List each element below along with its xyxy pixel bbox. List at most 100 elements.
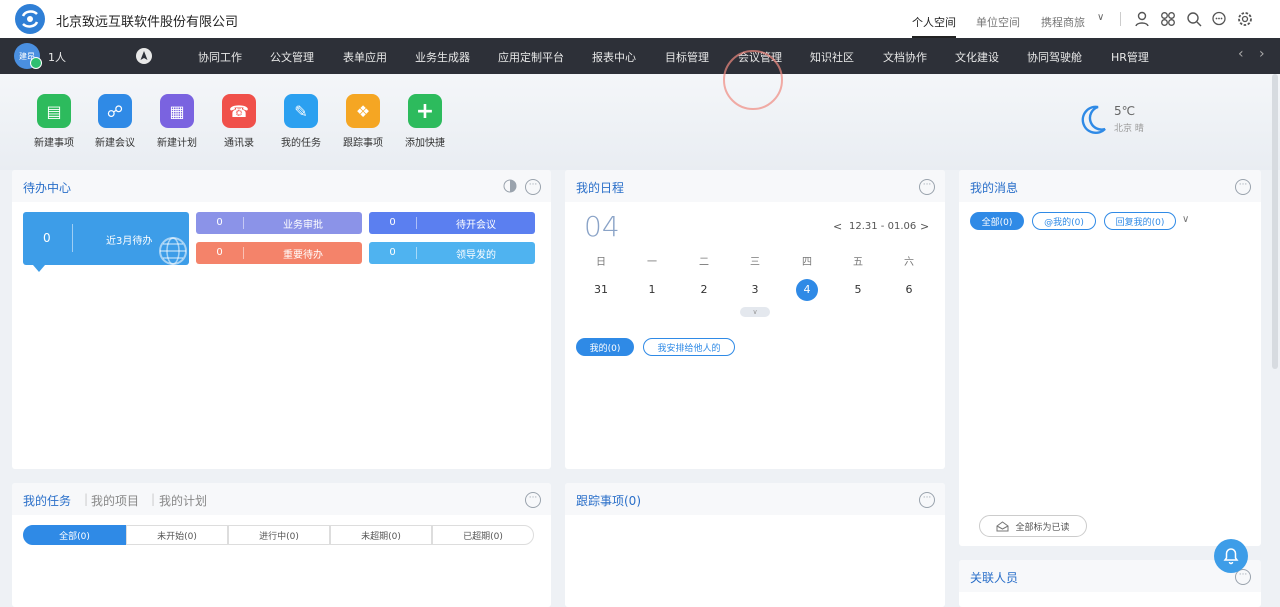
schedule-panel: 我的日程 ··· 04 < 12.31 - 01.06 > ∨ 我的(0) 我安… bbox=[565, 170, 945, 469]
panel-title: 关联人员 bbox=[970, 571, 1019, 585]
nav-item[interactable]: 协同工作 bbox=[198, 49, 242, 65]
nav-item[interactable]: 公文管理 bbox=[270, 49, 314, 65]
weekday-label: 五 bbox=[853, 257, 863, 268]
quick-actions-banner: ▤ 新建事项 ☍ 新建会议 ▦ 新建计划 ☎ 通讯录 ✎ 我的任务 ❖ 跟踪事项 + 添加快捷… bbox=[0, 74, 1280, 170]
quick-action[interactable]: ❖ 跟踪事项 bbox=[333, 94, 393, 149]
more-icon[interactable]: ··· bbox=[919, 179, 935, 195]
quick-action-label: 通讯录 bbox=[224, 138, 254, 149]
quick-action[interactable]: ▦ 新建计划 bbox=[147, 94, 207, 149]
apps-icon[interactable] bbox=[1160, 11, 1176, 27]
all-messages-filter[interactable]: 全部(0) bbox=[970, 212, 1024, 230]
nav-next-icon[interactable]: › bbox=[1259, 46, 1265, 62]
todo-tile-count: 0 bbox=[369, 247, 417, 259]
quick-action[interactable]: ✎ 我的任务 bbox=[271, 94, 331, 149]
prev-week-icon[interactable]: < bbox=[833, 220, 842, 233]
page-scrollbar[interactable] bbox=[1272, 74, 1278, 369]
messages-panel: 我的消息 ··· 全部(0) @我的(0) 回复我的(0) ∨ 全部标为已读 bbox=[959, 170, 1261, 546]
tab-ctrip[interactable]: 携程商旅 bbox=[1041, 14, 1085, 30]
nav-item[interactable]: 目标管理 bbox=[665, 49, 709, 65]
calendar-date[interactable]: 31 bbox=[590, 279, 612, 301]
nav-item[interactable]: 应用定制平台 bbox=[498, 49, 564, 65]
chat-icon[interactable] bbox=[1211, 11, 1227, 27]
more-icon[interactable]: ··· bbox=[919, 492, 935, 508]
nav-item[interactable]: 文化建设 bbox=[955, 49, 999, 65]
mark-all-read-button[interactable]: 全部标为已读 bbox=[979, 515, 1087, 537]
main-nav: 建昂 1人 协同工作 公文管理 表单应用 业务生成器 应用定制平台 报表中心 目… bbox=[0, 38, 1280, 74]
company-logo[interactable] bbox=[15, 4, 45, 34]
tab-my-tasks[interactable]: 我的任务 bbox=[23, 492, 71, 509]
more-icon[interactable]: ··· bbox=[525, 179, 541, 195]
nav-item[interactable]: 文档协作 bbox=[883, 49, 927, 65]
chevron-down-icon[interactable]: ∨ bbox=[1182, 214, 1189, 225]
task-filter-not-overdue[interactable]: 未超期(0) bbox=[330, 525, 432, 545]
task-filter-all[interactable]: 全部(0) bbox=[23, 525, 126, 545]
schedule-range: 12.31 - 01.06 bbox=[849, 221, 917, 232]
weekday-label: 一 bbox=[647, 257, 657, 268]
weather-widget: 5℃ 北京 晴 bbox=[1078, 104, 1144, 139]
calendar-date[interactable]: 5 bbox=[847, 279, 869, 301]
card-pointer bbox=[33, 265, 45, 272]
moon-icon bbox=[1081, 105, 1106, 134]
tab-my-projects[interactable]: 我的项目 bbox=[91, 492, 139, 509]
task-filter-overdue[interactable]: 已超期(0) bbox=[432, 525, 534, 545]
todo-main-card[interactable]: 0 近3月待办 bbox=[23, 212, 189, 265]
more-icon[interactable]: ··· bbox=[525, 492, 541, 508]
panel-title: 我的消息 bbox=[970, 181, 1019, 195]
todo-tile-label: 重要待办 bbox=[283, 249, 323, 261]
quick-action[interactable]: + 添加快捷 bbox=[395, 94, 455, 149]
tab-personal-space[interactable]: 个人空间 bbox=[912, 14, 956, 38]
task-filter-not-started[interactable]: 未开始(0) bbox=[126, 525, 228, 545]
quick-action[interactable]: ☍ 新建会议 bbox=[85, 94, 145, 149]
tab-unit-space[interactable]: 单位空间 bbox=[976, 14, 1020, 30]
quick-action-label: 新建会议 bbox=[95, 138, 135, 149]
theme-toggle-icon[interactable] bbox=[503, 179, 517, 193]
todo-main-count: 0 bbox=[43, 231, 51, 245]
todo-tile[interactable]: 0 重要待办 bbox=[196, 242, 362, 264]
search-icon[interactable] bbox=[1186, 11, 1202, 27]
nav-item[interactable]: 业务生成器 bbox=[415, 49, 470, 65]
navigation-icon[interactable] bbox=[135, 47, 153, 65]
more-icon[interactable]: ··· bbox=[1235, 179, 1251, 195]
tracking-icon: ❖ bbox=[346, 94, 380, 128]
nav-item[interactable]: HR管理 bbox=[1111, 49, 1149, 65]
online-status-icon bbox=[30, 57, 42, 69]
chevron-down-icon[interactable]: ∨ bbox=[1097, 12, 1104, 23]
calendar-date-today[interactable]: 4 bbox=[796, 279, 818, 301]
people-count[interactable]: 1人 bbox=[48, 49, 66, 65]
panel-title: 我的日程 bbox=[576, 181, 625, 195]
calendar-date[interactable]: 3 bbox=[744, 279, 766, 301]
user-icon[interactable] bbox=[1134, 11, 1150, 27]
todo-tile[interactable]: 0 业务审批 bbox=[196, 212, 362, 234]
mentions-filter[interactable]: @我的(0) bbox=[1032, 212, 1096, 230]
nav-item[interactable]: 报表中心 bbox=[592, 49, 636, 65]
task-icon: ✎ bbox=[284, 94, 318, 128]
nav-item[interactable]: 表单应用 bbox=[343, 49, 387, 65]
quick-action[interactable]: ☎ 通讯录 bbox=[209, 94, 269, 149]
tab-my-plans[interactable]: 我的计划 bbox=[159, 492, 207, 509]
plus-icon: + bbox=[408, 94, 442, 128]
todo-tile[interactable]: 0 待开会议 bbox=[369, 212, 535, 234]
calendar-date[interactable]: 6 bbox=[898, 279, 920, 301]
expand-calendar-icon[interactable]: ∨ bbox=[740, 307, 770, 317]
weekday-label: 四 bbox=[802, 257, 812, 268]
company-name: 北京致远互联软件股份有限公司 bbox=[56, 15, 239, 30]
task-filter-in-progress[interactable]: 进行中(0) bbox=[228, 525, 330, 545]
next-week-icon[interactable]: > bbox=[920, 220, 929, 233]
calendar-date[interactable]: 2 bbox=[693, 279, 715, 301]
replies-filter[interactable]: 回复我的(0) bbox=[1104, 212, 1176, 230]
arranged-schedule-filter[interactable]: 我安排给他人的 bbox=[643, 338, 735, 356]
nav-item[interactable]: 协同驾驶舱 bbox=[1027, 49, 1082, 65]
todo-main-label: 近3月待办 bbox=[106, 236, 153, 247]
divider bbox=[1120, 12, 1121, 26]
nav-prev-icon[interactable]: ‹ bbox=[1238, 46, 1244, 62]
quick-action[interactable]: ▤ 新建事项 bbox=[24, 94, 84, 149]
nav-item[interactable]: 知识社区 bbox=[810, 49, 854, 65]
gear-icon[interactable] bbox=[1237, 11, 1253, 27]
todo-tile[interactable]: 0 领导发的 bbox=[369, 242, 535, 264]
tasks-panel: 我的任务 | 我的项目 | 我的计划 ··· bbox=[12, 483, 551, 607]
todo-tile-count: 0 bbox=[369, 217, 417, 229]
schedule-day: 04 bbox=[584, 210, 620, 243]
notification-bell-button[interactable] bbox=[1214, 539, 1248, 573]
my-schedule-filter[interactable]: 我的(0) bbox=[576, 338, 634, 356]
calendar-date[interactable]: 1 bbox=[641, 279, 663, 301]
